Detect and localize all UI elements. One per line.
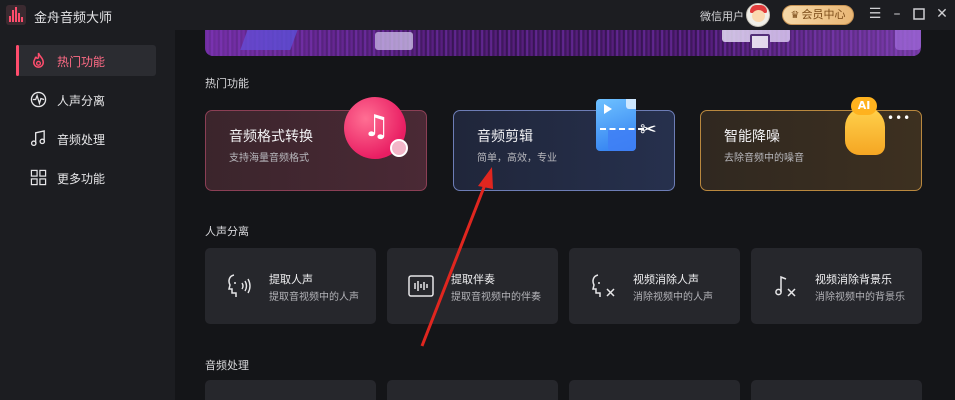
audio-process-card[interactable] (387, 380, 558, 400)
remove-music-icon (775, 275, 796, 297)
card-title: 音频剪辑 (477, 129, 533, 145)
maximize-icon[interactable] (910, 5, 928, 23)
card-title: 智能降噪 (724, 129, 780, 145)
section-title-vocal: 人声分离 (205, 225, 249, 238)
sidebar-item-vocal[interactable]: 人声分离 (16, 84, 156, 115)
voice-wave-icon (30, 91, 47, 108)
sidebar: 热门功能 人声分离 音频处理 更多功能 (0, 30, 175, 400)
sidebar-item-label: 热门功能 (57, 55, 106, 69)
audio-format-convert-card[interactable]: 音频格式转换 支持海量音频格式 ♫ (205, 97, 427, 191)
remove-voice-icon (592, 274, 615, 297)
card-desc: 简单，高效，专业 (477, 153, 557, 164)
card-title: 视频消除人声 (633, 273, 699, 286)
ai-denoise-icon: AI ••• (839, 97, 910, 159)
user-name[interactable]: 微信用户 (700, 8, 744, 24)
promo-banner[interactable] (205, 30, 921, 56)
grid-icon (30, 169, 47, 186)
audio-convert-icon: ♫ (344, 97, 408, 159)
ai-denoise-card[interactable]: 智能降噪 去除音频中的噪音 AI ••• (700, 97, 922, 191)
card-desc: 消除视频中的背景乐 (815, 292, 905, 303)
card-desc: 提取音视频中的人声 (269, 292, 359, 303)
accompaniment-icon (408, 275, 434, 297)
audio-process-card[interactable] (205, 380, 376, 400)
sidebar-item-audio[interactable]: 音频处理 (16, 123, 156, 154)
voice-extract-icon (228, 274, 251, 297)
card-title: 提取人声 (269, 273, 313, 286)
member-center-button[interactable]: ♛ 会员中心 (782, 5, 854, 25)
sidebar-item-hot[interactable]: 热门功能 (16, 45, 156, 76)
sidebar-item-label: 音频处理 (57, 133, 106, 147)
crown-icon: ♛ (790, 10, 800, 21)
remove-music-card[interactable]: 视频消除背景乐 消除视频中的背景乐 (751, 248, 922, 324)
audio-process-card[interactable] (751, 380, 922, 400)
close-icon[interactable]: ✕ (933, 5, 951, 23)
card-desc: 提取音视频中的伴奏 (451, 292, 541, 303)
section-title-hot: 热门功能 (205, 77, 249, 90)
app-title: 金舟音频大师 (34, 11, 113, 26)
avatar[interactable] (746, 3, 770, 27)
audio-process-card[interactable] (569, 380, 740, 400)
title-bar: 金舟音频大师 微信用户 ♛ 会员中心 ☰ – ✕ (0, 0, 955, 30)
main-content: 热门功能 音频格式转换 支持海量音频格式 ♫ 音频剪辑 简单，高效，专业 ✂ 智… (175, 30, 955, 400)
extract-accompaniment-card[interactable]: 提取伴奏 提取音视频中的伴奏 (387, 248, 558, 324)
card-title: 音频格式转换 (229, 129, 313, 145)
card-desc: 消除视频中的人声 (633, 292, 713, 303)
card-title: 提取伴奏 (451, 273, 495, 286)
menu-icon[interactable]: ☰ (866, 5, 884, 23)
sidebar-item-label: 人声分离 (57, 94, 106, 108)
extract-voice-card[interactable]: 提取人声 提取音视频中的人声 (205, 248, 376, 324)
member-center-label: 会员中心 (801, 8, 846, 21)
remove-voice-card[interactable]: 视频消除人声 消除视频中的人声 (569, 248, 740, 324)
minimize-icon[interactable]: – (888, 5, 906, 23)
section-title-audio: 音频处理 (205, 359, 249, 372)
sidebar-item-label: 更多功能 (57, 172, 106, 186)
card-desc: 支持海量音频格式 (229, 153, 309, 164)
flame-icon (33, 52, 44, 68)
waveform-logo-icon (6, 5, 26, 25)
card-desc: 去除音频中的噪音 (724, 153, 804, 164)
audio-cut-card[interactable]: 音频剪辑 简单，高效，专业 ✂ (453, 99, 675, 191)
audio-cut-icon: ✂ (596, 99, 658, 161)
card-title: 视频消除背景乐 (815, 273, 892, 286)
music-note-icon (30, 130, 46, 147)
sidebar-item-more[interactable]: 更多功能 (16, 162, 156, 193)
